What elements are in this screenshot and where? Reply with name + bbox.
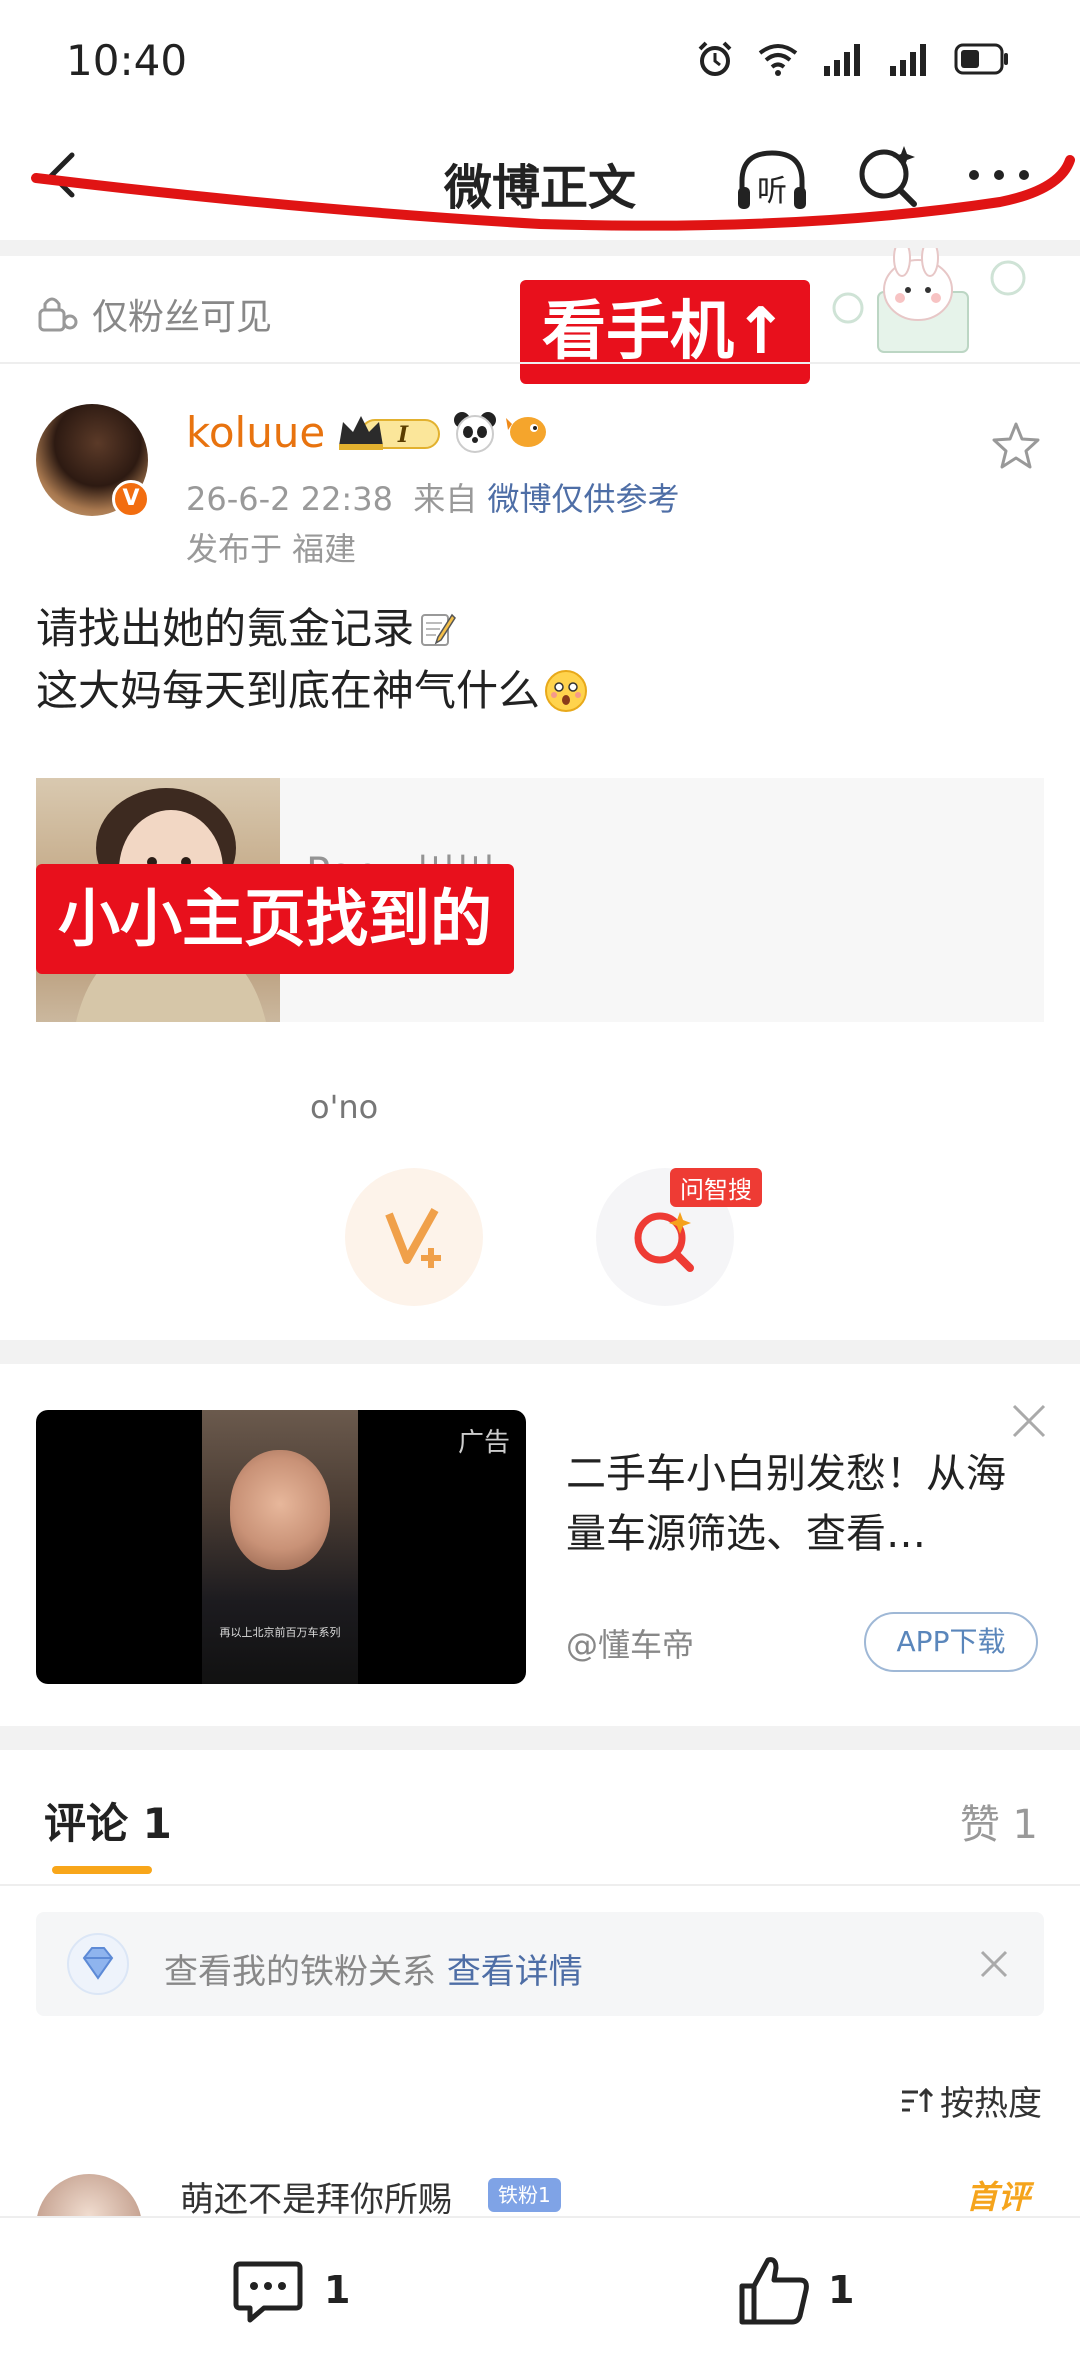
first-comment-tag: 首评 <box>966 2178 1031 2216</box>
divider <box>0 1726 1080 1750</box>
flushed-emoji-icon <box>545 670 588 712</box>
post-source[interactable]: 微博仅供参考 <box>487 480 679 518</box>
signal-icon-2 <box>890 44 926 76</box>
verified-badge: V <box>112 480 150 518</box>
ad-close-icon[interactable] <box>1008 1400 1050 1442</box>
ad-tag: 广告 <box>457 1428 510 1458</box>
vip-badge: I <box>339 416 440 450</box>
favorite-star-icon[interactable] <box>990 420 1042 472</box>
fan-relationship-link[interactable]: 查看详情 <box>447 1952 583 1992</box>
ad-video[interactable]: 再以上北京前百万车系列 广告 <box>36 1410 526 1684</box>
memo-emoji-icon <box>421 613 456 646</box>
bottom-action-bar <box>0 2216 1080 2373</box>
ad-brand[interactable]: @懂车帝 <box>566 1620 694 1666</box>
fan-bar-close-icon[interactable] <box>976 1946 1012 1982</box>
signal-icon-1 <box>824 44 860 76</box>
app-download-button[interactable]: APP下载 <box>864 1612 1038 1672</box>
fan-relationship-text: 查看我的铁粉关系 查看详情 <box>164 1944 583 1993</box>
lock-people-icon <box>38 297 78 332</box>
status-icons <box>696 40 1010 78</box>
panda-icon <box>454 412 496 453</box>
iron-fan-badge: 铁粉1 <box>488 2178 561 2212</box>
comment-author-name[interactable]: 萌还不是拜你所赐 <box>180 2172 452 2221</box>
like-count: 1 <box>828 2268 855 2312</box>
sort-label: 按热度 <box>940 2084 1042 2124</box>
divider <box>0 1340 1080 1364</box>
fan-relationship-label: 查看我的铁粉关系 <box>164 1952 436 1992</box>
visibility-row: 仅粉丝可见 <box>36 288 272 340</box>
ai-search-badge: 问智搜 <box>670 1168 762 1207</box>
overlay-label-mid: 小小主页找到的 <box>36 864 515 974</box>
sort-by-hot[interactable]: 按热度 <box>900 2076 1042 2125</box>
battery-icon <box>954 43 1008 75</box>
sort-icon <box>902 2087 934 2112</box>
alarm-icon <box>698 41 732 76</box>
ad-video-person: 再以上北京前百万车系列 <box>202 1410 358 1684</box>
ad-title[interactable]: 二手车小白别发愁！从海量车源筛选、查看… <box>566 1444 1036 1564</box>
source-prefix: 来自 <box>413 480 478 518</box>
post-location: 发布于 福建 <box>186 530 357 568</box>
svg-text:听: 听 <box>757 174 787 209</box>
post-meta: 26-6-2 22:38 来自 微博仅供参考 <box>186 474 679 520</box>
tab-likes[interactable]: 赞 1 <box>960 1792 1038 1850</box>
tab-underline <box>52 1866 152 1874</box>
status-time: 10:40 <box>66 36 188 85</box>
fish-icon <box>506 417 546 447</box>
comment-icon[interactable] <box>230 2254 306 2330</box>
diamond-icon <box>67 1933 129 1995</box>
more-icon[interactable] <box>964 160 1034 190</box>
post-date: 26-6-2 22:38 <box>186 480 393 518</box>
vplus-button[interactable] <box>345 1168 483 1306</box>
like-thumb-icon[interactable] <box>734 2250 814 2330</box>
wifi-icon <box>758 44 798 76</box>
separator <box>0 1884 1080 1886</box>
visibility-label: 仅粉丝可见 <box>92 297 273 338</box>
vplus-icon <box>385 1208 441 1268</box>
bunny-sticker <box>832 248 1026 353</box>
ono-text: o'no <box>310 1088 379 1126</box>
ad-video-caption: 再以上北京前百万车系列 <box>219 1626 341 1639</box>
comment-count: 1 <box>324 2268 351 2312</box>
overlay-label-top: 看手机↑ <box>520 280 810 384</box>
ad-video-face <box>230 1450 330 1570</box>
tab-comments[interactable]: 评论 1 <box>44 1790 172 1851</box>
listen-icon[interactable]: 听 <box>732 145 812 215</box>
author-name[interactable]: koluue <box>186 408 325 457</box>
post-text-line-2: 这大妈每天到底在神气什么 <box>36 666 541 715</box>
post-text-line-1: 请找出她的氪金记录 <box>36 604 415 653</box>
post-body: 请找出她的氪金记录 这大妈每天到底在神气什么 <box>36 598 588 722</box>
separator <box>0 362 1080 364</box>
ai-search-icon[interactable] <box>852 140 922 210</box>
vip-level-text: I <box>397 422 409 448</box>
